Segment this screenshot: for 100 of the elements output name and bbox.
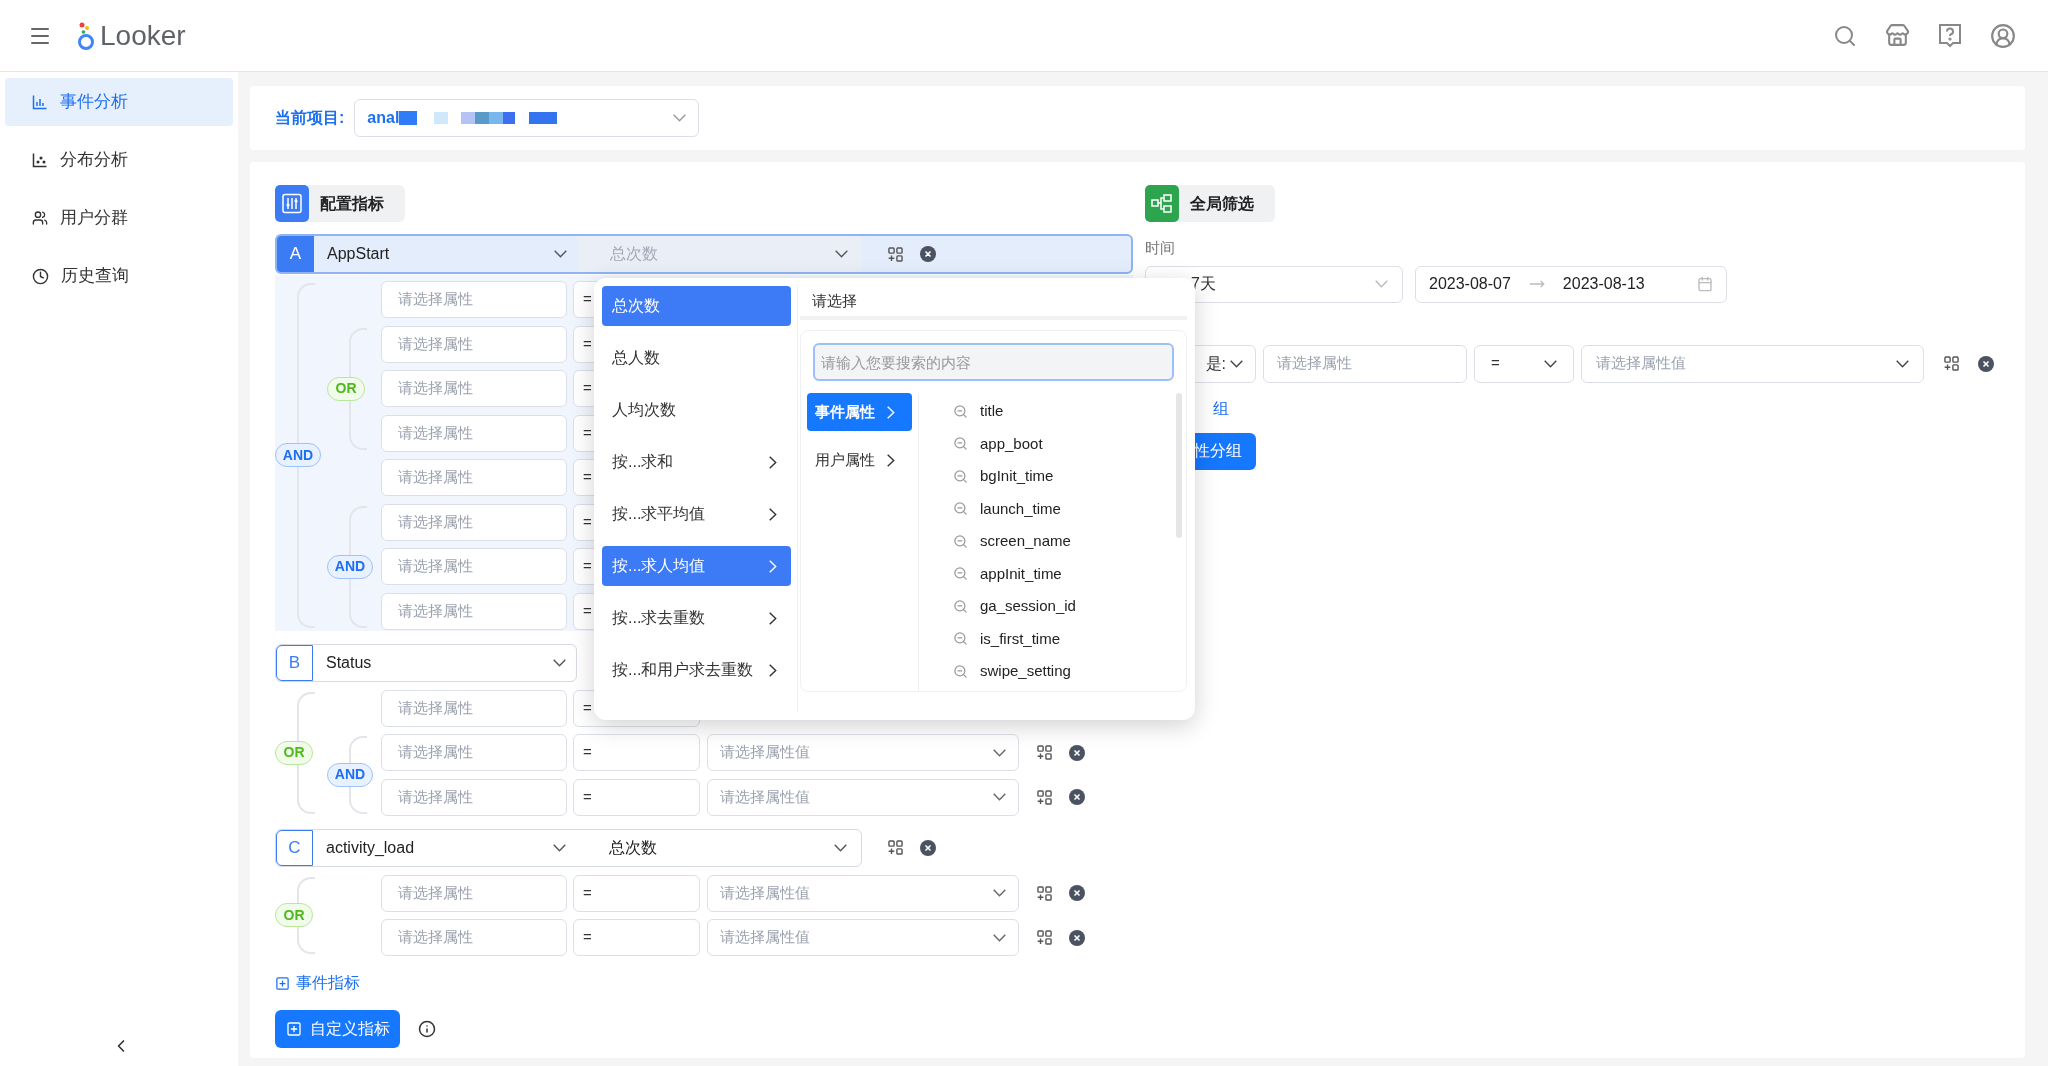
user-avatar-icon[interactable]: [1990, 22, 2016, 49]
operator-select[interactable]: =: [1474, 344, 1574, 383]
add-condition-icon[interactable]: [888, 246, 903, 262]
value-select[interactable]: 请选择属性值: [707, 778, 1019, 816]
property-select[interactable]: 请选择属性: [381, 689, 567, 727]
logic-toggle[interactable]: AND: [327, 554, 373, 579]
event-select[interactable]: AppStart: [314, 236, 577, 272]
logo-text: Looker: [100, 18, 186, 53]
menu-item[interactable]: 按...求和: [602, 442, 791, 482]
zoom-out-icon: [953, 663, 968, 679]
chevron-right-icon: [887, 453, 895, 467]
add-condition-icon[interactable]: [1037, 930, 1052, 945]
close-icon[interactable]: [1069, 929, 1085, 946]
close-icon[interactable]: [1978, 355, 1994, 372]
property-item[interactable]: ga_session_id: [953, 590, 1176, 623]
zoom-out-icon: [953, 468, 968, 484]
property-select[interactable]: 请选择属性: [381, 503, 567, 541]
property-select[interactable]: 请选择属性: [381, 592, 567, 630]
chevron-down-icon: [554, 250, 567, 258]
close-icon[interactable]: [1069, 885, 1085, 901]
operator-select[interactable]: =: [573, 734, 700, 771]
property-select[interactable]: 请选择属性: [381, 778, 567, 816]
menu-item[interactable]: 总人数: [602, 338, 791, 378]
value-select[interactable]: 请选择属性值: [707, 874, 1019, 912]
property-select[interactable]: 请选择属性: [381, 459, 567, 496]
add-condition-icon[interactable]: [1037, 885, 1052, 901]
property-item[interactable]: screen_name: [953, 525, 1176, 558]
property-item[interactable]: is_first_time: [953, 622, 1176, 655]
info-icon[interactable]: [418, 1020, 436, 1038]
close-icon[interactable]: [920, 839, 936, 856]
add-condition-icon[interactable]: [1037, 745, 1052, 760]
zoom-out-icon: [953, 566, 968, 582]
operator-select[interactable]: =: [573, 874, 700, 912]
category-item[interactable]: 事件属性: [807, 393, 912, 431]
add-metric-link[interactable]: 事件指标: [275, 971, 360, 995]
chevron-down-icon: [993, 748, 1006, 757]
metric-letter: A: [277, 236, 314, 272]
menu-item[interactable]: 人均次数: [602, 390, 791, 430]
bar-chart-icon: [32, 94, 48, 110]
value-select[interactable]: 请选择属性值: [1581, 344, 1924, 383]
property-item[interactable]: appInit_time: [953, 557, 1176, 590]
logic-toggle[interactable]: AND: [275, 443, 321, 468]
property-item[interactable]: swipe_setting: [953, 655, 1176, 688]
property-select[interactable]: 请选择属性: [381, 414, 567, 452]
close-icon[interactable]: [1069, 789, 1085, 805]
search-field[interactable]: 请输入您要搜索的内容: [813, 343, 1174, 381]
logic-toggle[interactable]: OR: [275, 740, 313, 765]
add-condition-icon[interactable]: [1944, 356, 1959, 371]
category-item[interactable]: 用户属性: [807, 441, 912, 479]
close-icon[interactable]: [920, 246, 936, 262]
add-group-link[interactable]: 组: [1213, 396, 1229, 421]
project-label: 当前项目:: [275, 108, 345, 128]
menu-item[interactable]: 按...求平均值: [602, 494, 791, 534]
menu-item[interactable]: 总次数: [602, 286, 791, 326]
value-select[interactable]: 请选择属性值: [707, 734, 1019, 771]
users-icon: [32, 210, 48, 226]
property-select[interactable]: 请选择属性: [381, 370, 567, 407]
add-condition-icon[interactable]: [888, 840, 903, 855]
plus-square-icon: [285, 1021, 302, 1037]
logic-toggle[interactable]: OR: [275, 903, 313, 928]
close-icon[interactable]: [1069, 744, 1085, 761]
plus-square-icon: [275, 975, 290, 991]
zoom-out-icon: [953, 598, 968, 614]
menu-item[interactable]: 按...和用户求去重数: [602, 650, 791, 690]
logo-icon: [76, 20, 96, 51]
chevron-down-icon: [835, 250, 848, 258]
property-select[interactable]: 请选择属性: [1263, 344, 1467, 383]
property-item[interactable]: title: [953, 395, 1176, 428]
menu-item[interactable]: 按...求人均值: [602, 546, 791, 586]
sidebar-item[interactable]: 事件分析: [5, 78, 233, 126]
property-select[interactable]: 请选择属性: [381, 548, 567, 585]
sidebar-item[interactable]: 用户分群: [5, 194, 233, 242]
property-select[interactable]: 请选择属性: [381, 874, 567, 912]
operator-select[interactable]: =: [573, 778, 700, 816]
date-range-picker[interactable]: 2023-08-07 2023-08-13: [1415, 265, 1727, 303]
value-select[interactable]: 请选择属性值: [707, 919, 1019, 956]
sidebar-item[interactable]: 历史查询: [5, 252, 233, 300]
project-select[interactable]: anal: [354, 99, 700, 137]
property-item[interactable]: launch_time: [953, 492, 1176, 525]
chevron-down-icon: [1896, 359, 1909, 368]
menu-item[interactable]: 按...求去重数: [602, 598, 791, 638]
property-select[interactable]: 请选择属性: [381, 281, 567, 318]
zoom-out-icon: [953, 533, 968, 549]
scatter-chart-icon: [32, 152, 48, 168]
operator-select[interactable]: =: [573, 919, 700, 956]
custom-metric-button[interactable]: 自定义指标: [275, 1010, 400, 1048]
chevron-down-icon: [673, 114, 687, 122]
search-icon[interactable]: [1833, 23, 1857, 48]
property-select[interactable]: 请选择属性: [381, 325, 567, 363]
help-icon[interactable]: [1938, 22, 1962, 49]
property-select[interactable]: 请选择属性: [381, 734, 567, 771]
property-select[interactable]: 请选择属性: [381, 919, 567, 956]
store-icon[interactable]: [1885, 23, 1910, 48]
chevron-down-icon: [1375, 280, 1388, 288]
logic-toggle[interactable]: OR: [327, 376, 365, 401]
add-condition-icon[interactable]: [1037, 789, 1052, 805]
chevron-down-icon: [1544, 359, 1557, 368]
zoom-out-icon: [953, 501, 968, 517]
sidebar-item[interactable]: 分布分析: [5, 136, 233, 184]
logic-toggle[interactable]: AND: [327, 762, 373, 787]
